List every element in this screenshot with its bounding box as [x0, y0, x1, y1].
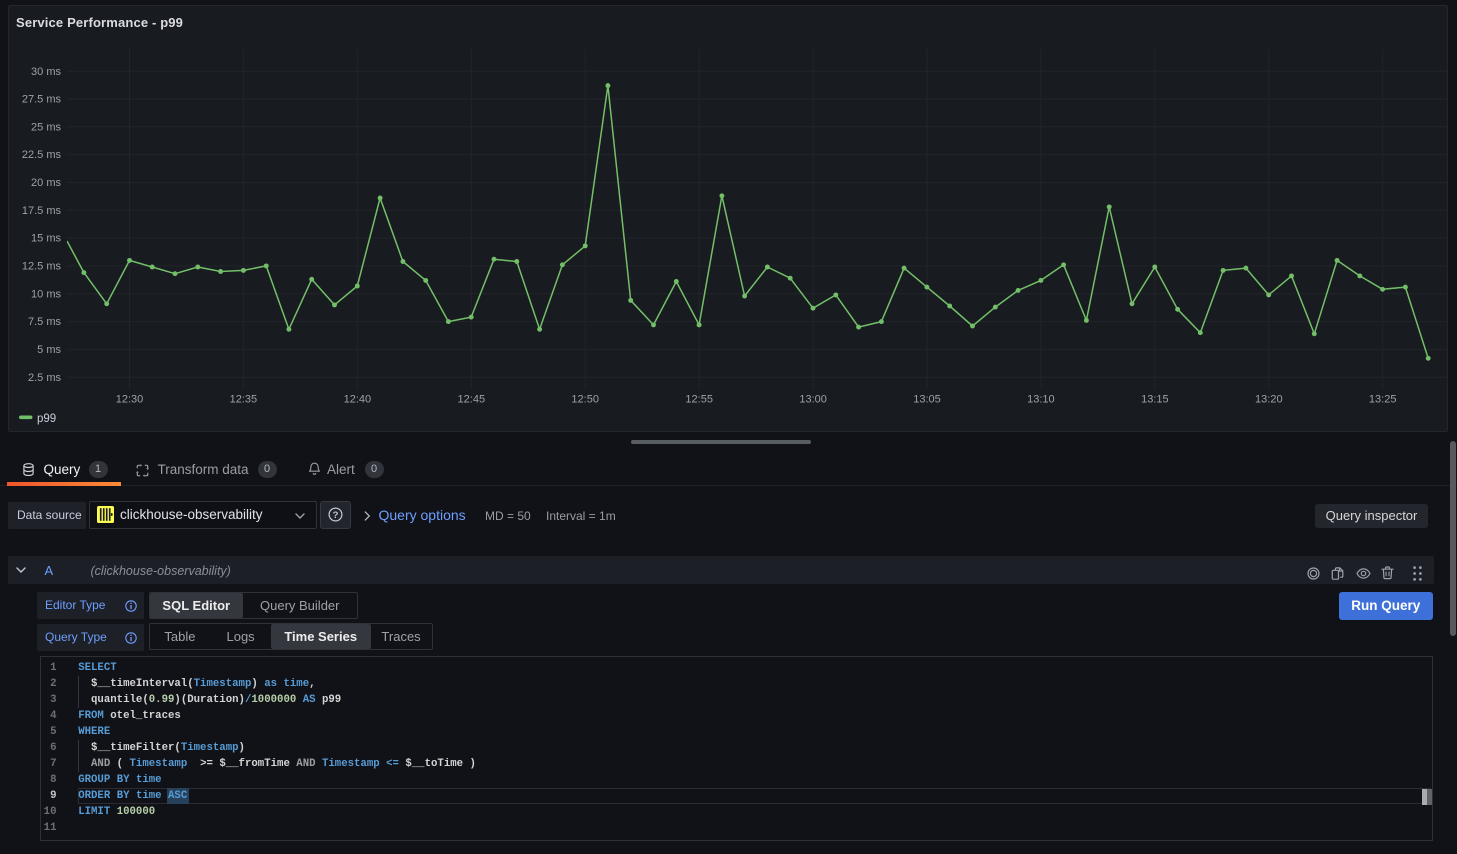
svg-text:13:25: 13:25	[1369, 394, 1397, 406]
svg-text:22.5 ms: 22.5 ms	[22, 149, 62, 161]
svg-text:13:15: 13:15	[1141, 394, 1169, 406]
svg-text:12:35: 12:35	[230, 394, 258, 406]
svg-text:13:10: 13:10	[1027, 394, 1055, 406]
svg-text:13:00: 13:00	[799, 394, 827, 406]
svg-text:27.5 ms: 27.5 ms	[22, 94, 62, 106]
svg-text:12:40: 12:40	[344, 394, 372, 406]
svg-text:7.5 ms: 7.5 ms	[28, 316, 62, 328]
svg-text:17.5 ms: 17.5 ms	[22, 205, 62, 217]
svg-text:30 ms: 30 ms	[31, 66, 61, 78]
svg-text:?: ?	[333, 510, 339, 521]
svg-text:5 ms: 5 ms	[37, 344, 61, 356]
svg-text:25 ms: 25 ms	[31, 121, 61, 133]
svg-text:20 ms: 20 ms	[31, 177, 61, 189]
svg-text:10 ms: 10 ms	[31, 288, 61, 300]
svg-text:2.5 ms: 2.5 ms	[28, 372, 62, 384]
svg-text:13:20: 13:20	[1255, 394, 1283, 406]
svg-text:12:45: 12:45	[458, 394, 486, 406]
svg-text:12:55: 12:55	[685, 394, 713, 406]
svg-text:13:05: 13:05	[913, 394, 941, 406]
svg-text:12.5 ms: 12.5 ms	[22, 261, 62, 273]
svg-text:15 ms: 15 ms	[31, 233, 61, 245]
svg-text:p99: p99	[37, 413, 56, 425]
svg-text:12:50: 12:50	[571, 394, 599, 406]
svg-text:12:30: 12:30	[116, 394, 144, 406]
